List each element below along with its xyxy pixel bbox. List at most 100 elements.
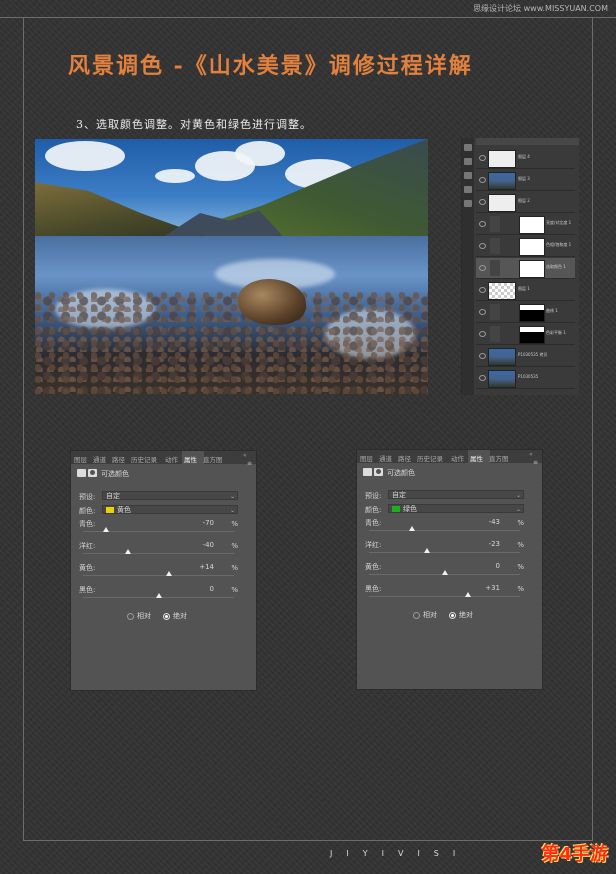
panel-tab[interactable]: 通道 bbox=[379, 453, 392, 463]
colors-dropdown[interactable]: 绿色 ⌄ bbox=[388, 504, 524, 513]
magenta-slider-knob[interactable] bbox=[424, 548, 431, 553]
panel-tab[interactable]: 路径 bbox=[112, 454, 125, 464]
yellow-slider-knob[interactable] bbox=[166, 571, 173, 576]
colors-value: 绿色 bbox=[403, 505, 417, 513]
black-slider-track[interactable] bbox=[369, 596, 520, 597]
panel-tab[interactable]: 属性 bbox=[470, 453, 483, 463]
visibility-eye-icon[interactable] bbox=[479, 265, 486, 271]
absolute-radio[interactable] bbox=[163, 612, 170, 620]
tool-icon bbox=[464, 172, 472, 179]
panel-tab[interactable]: 通道 bbox=[93, 454, 106, 464]
panel-tab[interactable]: 图层 bbox=[74, 454, 87, 464]
percent-sign: % bbox=[231, 586, 238, 594]
relative-option[interactable]: 相对 bbox=[127, 611, 151, 621]
panel-menu-icon[interactable]: ≡ bbox=[247, 460, 252, 467]
layer-mask-thumbnail bbox=[519, 304, 545, 322]
adjustment-icon bbox=[490, 304, 500, 320]
collapse-icon[interactable]: « bbox=[529, 451, 533, 458]
layer-row[interactable]: 图层 1 bbox=[476, 280, 575, 301]
layer-row[interactable]: 色相/饱和度 1 bbox=[476, 236, 575, 257]
relative-radio[interactable] bbox=[127, 612, 134, 620]
magenta-slider-track[interactable] bbox=[83, 553, 234, 554]
visibility-eye-icon[interactable] bbox=[479, 221, 486, 227]
layer-row[interactable]: 选取颜色 1 bbox=[476, 258, 575, 279]
preset-dropdown[interactable]: 自定 ⌄ bbox=[388, 490, 524, 499]
yellow-value-input[interactable]: +14 bbox=[199, 563, 214, 571]
panel-tab[interactable]: 动作 bbox=[451, 453, 464, 463]
layer-mask-thumbnail bbox=[519, 216, 545, 234]
absolute-option[interactable]: 绝对 bbox=[163, 611, 187, 621]
visibility-eye-icon[interactable] bbox=[479, 375, 486, 381]
panel-menu-icon[interactable]: ≡ bbox=[533, 459, 538, 466]
visibility-eye-icon[interactable] bbox=[479, 331, 486, 337]
panel-tab-bar: 图层 通道 路径 历史记录 动作 属性 直方图 bbox=[357, 450, 542, 463]
percent-sign: % bbox=[231, 564, 238, 572]
yellow-slider-knob[interactable] bbox=[441, 570, 448, 575]
relative-option[interactable]: 相对 bbox=[413, 610, 437, 620]
cyan-value-input[interactable]: -70 bbox=[203, 519, 214, 527]
cyan-slider-knob[interactable] bbox=[102, 527, 109, 532]
absolute-label: 绝对 bbox=[173, 612, 187, 620]
footer-brand: JIYIVISI bbox=[330, 849, 470, 858]
layer-thumbnail bbox=[488, 282, 516, 300]
visibility-eye-icon[interactable] bbox=[479, 309, 486, 315]
visibility-eye-icon[interactable] bbox=[479, 177, 486, 183]
cyan-slider-track[interactable] bbox=[369, 530, 520, 531]
relative-radio[interactable] bbox=[413, 611, 420, 619]
visibility-eye-icon[interactable] bbox=[479, 155, 486, 161]
yellow-value-input[interactable]: 0 bbox=[496, 562, 500, 570]
magenta-value-input[interactable]: -23 bbox=[489, 540, 500, 548]
preset-value: 自定 bbox=[106, 492, 120, 500]
layer-row[interactable]: 图层 3 bbox=[476, 170, 575, 191]
cyan-value-input[interactable]: -43 bbox=[489, 518, 500, 526]
layer-row[interactable]: P1030535 bbox=[476, 368, 575, 389]
magenta-slider-knob[interactable] bbox=[125, 549, 132, 554]
panel-tab[interactable]: 路径 bbox=[398, 453, 411, 463]
cyan-slider-knob[interactable] bbox=[409, 526, 416, 531]
layer-row[interactable]: 色彩平衡 1 bbox=[476, 324, 575, 345]
magenta-value-input[interactable]: -40 bbox=[203, 541, 214, 549]
cyan-label: 青色: bbox=[365, 519, 382, 527]
percent-sign: % bbox=[517, 541, 524, 549]
visibility-eye-icon[interactable] bbox=[479, 353, 486, 359]
panel-tab[interactable]: 动作 bbox=[165, 454, 178, 464]
black-slider-knob[interactable] bbox=[155, 593, 162, 598]
layer-row[interactable]: 亮度/对比度 1 bbox=[476, 214, 575, 235]
layer-mask-thumbnail bbox=[519, 326, 545, 344]
black-value-input[interactable]: +31 bbox=[485, 584, 500, 592]
panel-tab[interactable]: 历史记录 bbox=[131, 454, 157, 464]
adjustment-icon bbox=[490, 216, 500, 232]
page-title: 风景调色 -《山水美景》调修过程详解 bbox=[68, 53, 473, 79]
layer-name: 图层 2 bbox=[518, 198, 530, 203]
panel-tab[interactable]: 直方图 bbox=[489, 453, 509, 463]
colors-dropdown[interactable]: 黄色 ⌄ bbox=[102, 505, 238, 514]
method-radio-group: 相对 绝对 bbox=[127, 611, 199, 621]
mask-icon[interactable] bbox=[374, 468, 383, 476]
black-slider-knob[interactable] bbox=[464, 592, 471, 597]
absolute-option[interactable]: 绝对 bbox=[449, 610, 473, 620]
layer-name: P1030535 拷贝 bbox=[518, 352, 548, 357]
layer-row[interactable]: 图层 4 bbox=[476, 148, 575, 169]
percent-sign: % bbox=[517, 563, 524, 571]
layer-row[interactable]: 图层 2 bbox=[476, 192, 575, 213]
chevron-down-icon: ⌄ bbox=[515, 506, 521, 513]
absolute-radio[interactable] bbox=[449, 611, 456, 619]
visibility-eye-icon[interactable] bbox=[479, 287, 486, 293]
yellow-label: 黄色: bbox=[79, 564, 96, 572]
layer-name: 色彩平衡 1 bbox=[546, 330, 566, 335]
preset-dropdown[interactable]: 自定 ⌄ bbox=[102, 491, 238, 500]
mask-icon[interactable] bbox=[88, 469, 97, 477]
panel-header-title: 可选颜色 bbox=[101, 470, 129, 478]
layer-row[interactable]: 曲线 1 bbox=[476, 302, 575, 323]
panel-tab[interactable]: 图层 bbox=[360, 453, 373, 463]
collapse-icon[interactable]: « bbox=[243, 452, 247, 459]
visibility-eye-icon[interactable] bbox=[479, 243, 486, 249]
yellow-slider-track[interactable] bbox=[83, 575, 234, 576]
panel-tab[interactable]: 直方图 bbox=[203, 454, 223, 464]
layer-row[interactable]: P1030535 拷贝 bbox=[476, 346, 575, 367]
visibility-eye-icon[interactable] bbox=[479, 199, 486, 205]
panel-tab[interactable]: 历史记录 bbox=[417, 453, 443, 463]
panel-tab[interactable]: 属性 bbox=[184, 454, 197, 464]
black-value-input[interactable]: 0 bbox=[210, 585, 214, 593]
magenta-slider-track[interactable] bbox=[369, 552, 520, 553]
